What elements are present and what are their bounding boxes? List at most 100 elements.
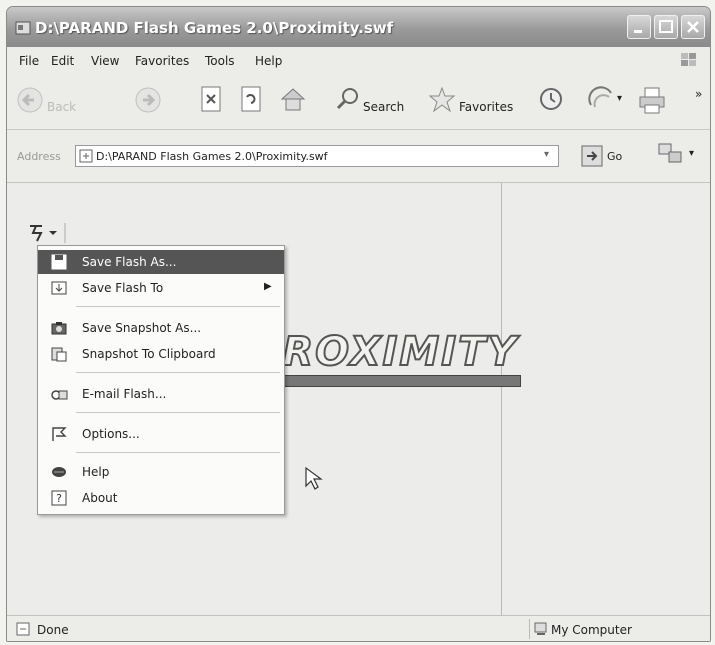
mail-icon (588, 86, 612, 108)
menu-item-label: Help (82, 465, 110, 479)
maximize-icon (659, 20, 673, 33)
browser-window: D:\PARAND Flash Games 2.0\Proximity.swf … (6, 6, 711, 642)
menu-view[interactable]: View (91, 54, 119, 68)
close-icon (687, 21, 699, 33)
frame-divider (501, 183, 502, 615)
menu-tools[interactable]: Tools (205, 54, 235, 68)
back-label: Back (47, 100, 77, 114)
page-done-icon (16, 622, 30, 636)
camera-icon (51, 322, 67, 335)
links-button[interactable]: ▾ (655, 140, 703, 170)
options-icon (52, 427, 67, 441)
menu-item-label: Save Snapshot As... (82, 321, 202, 335)
menu-file[interactable]: File (19, 54, 39, 68)
address-value: D:\PARAND Flash Games 2.0\Proximity.swf (96, 150, 328, 163)
flash-context-menu: Save Flash As... Save Flash To ▶ Save Sn… (37, 245, 285, 515)
menu-separator (76, 306, 280, 307)
menu-item-snapshot-to-clipboard[interactable]: Snapshot To Clipboard (38, 342, 284, 366)
network-icon (658, 143, 682, 163)
flash-save-toolbar-button[interactable] (25, 219, 73, 247)
close-button[interactable] (681, 15, 705, 39)
status-bar: Done My Computer (7, 615, 710, 641)
search-button[interactable] (335, 85, 361, 117)
app-icon (15, 21, 31, 35)
minimize-icon (634, 30, 642, 33)
address-bar: Address D:\PARAND Flash Games 2.0\Proxim… (7, 130, 710, 183)
submenu-arrow-icon: ▶ (264, 281, 272, 292)
menu-item-about[interactable]: ? About (38, 486, 284, 510)
windows-logo-icon (681, 53, 696, 66)
toolbar: Back Search Favorites ▾ » (7, 73, 710, 130)
menu-favorites[interactable]: Favorites (135, 54, 189, 68)
clipboard-icon (51, 347, 67, 362)
go-arrow-icon (581, 145, 603, 167)
menu-bar: File Edit View Favorites Tools Help (7, 47, 710, 73)
status-divider (529, 619, 530, 639)
mouse-cursor-icon (305, 466, 323, 490)
menu-item-label: Options... (82, 427, 140, 441)
address-label: Address (17, 150, 61, 163)
go-button[interactable] (581, 145, 603, 167)
links-dropdown-icon[interactable]: ▾ (689, 148, 694, 159)
mail-button[interactable] (587, 85, 617, 117)
menu-separator (76, 412, 280, 413)
menu-item-label: Snapshot To Clipboard (82, 347, 216, 361)
menu-help[interactable]: Help (255, 54, 282, 68)
menu-edit[interactable]: Edit (51, 54, 74, 68)
menu-item-label: Save Flash As... (82, 255, 177, 269)
address-input[interactable]: D:\PARAND Flash Games 2.0\Proximity.swf … (75, 145, 559, 167)
search-label: Search (363, 100, 405, 114)
search-icon (336, 88, 358, 110)
question-icon: ? (51, 490, 67, 506)
file-icon (79, 149, 93, 163)
flash-save-icon (30, 223, 66, 243)
status-zone: My Computer (551, 623, 632, 637)
title-bar[interactable]: D:\PARAND Flash Games 2.0\Proximity.swf (7, 7, 710, 47)
menu-item-save-snapshot-as[interactable]: Save Snapshot As... (38, 316, 284, 340)
help-book-icon (52, 467, 66, 477)
menu-separator (76, 452, 280, 453)
computer-icon (534, 622, 547, 635)
go-label: Go (607, 150, 623, 163)
status-text: Done (37, 623, 69, 637)
stop-button[interactable] (199, 85, 223, 117)
favorites-label: Favorites (459, 100, 514, 114)
game-logo: PROXIMITY (250, 328, 525, 395)
menu-item-label: Save Flash To (82, 281, 164, 295)
menu-item-help[interactable]: Help (38, 460, 284, 484)
folder-save-icon (51, 281, 67, 295)
svg-text:?: ? (56, 492, 62, 505)
star-icon (428, 86, 456, 113)
toolbar-overflow-chevron[interactable]: » (695, 87, 702, 101)
minimize-button[interactable] (627, 15, 651, 39)
maximize-button[interactable] (654, 15, 678, 39)
window-title: D:\PARAND Flash Games 2.0\Proximity.swf (35, 19, 394, 37)
history-button[interactable] (537, 85, 565, 117)
forward-arrow-icon (135, 87, 161, 113)
menu-item-label: About (82, 491, 118, 505)
forward-button[interactable] (133, 85, 163, 119)
address-dropdown-icon[interactable]: ▾ (544, 149, 549, 160)
menu-item-save-flash-to[interactable]: Save Flash To ▶ (38, 276, 284, 300)
back-button[interactable] (15, 85, 45, 119)
print-button[interactable] (637, 85, 667, 119)
history-clock-icon (540, 88, 562, 110)
menu-item-email-flash[interactable]: E-mail Flash... (38, 382, 284, 406)
floppy-disk-icon (51, 254, 67, 270)
home-icon (280, 88, 306, 111)
loading-bar (275, 375, 521, 387)
menu-item-options[interactable]: Options... (38, 422, 284, 446)
refresh-page-icon (241, 86, 261, 112)
email-icon (51, 390, 68, 400)
menu-item-label: E-mail Flash... (82, 387, 167, 401)
logo-text: PROXIMITY (250, 328, 519, 376)
favorites-button[interactable] (427, 85, 457, 119)
menu-item-save-flash-as[interactable]: Save Flash As... (38, 250, 284, 274)
refresh-button[interactable] (239, 85, 263, 117)
mail-dropdown-arrow[interactable]: ▾ (617, 93, 622, 104)
printer-icon (639, 87, 665, 114)
menu-separator (76, 372, 280, 373)
stop-page-icon (201, 86, 221, 112)
home-button[interactable] (279, 85, 307, 117)
back-arrow-icon (17, 87, 43, 113)
